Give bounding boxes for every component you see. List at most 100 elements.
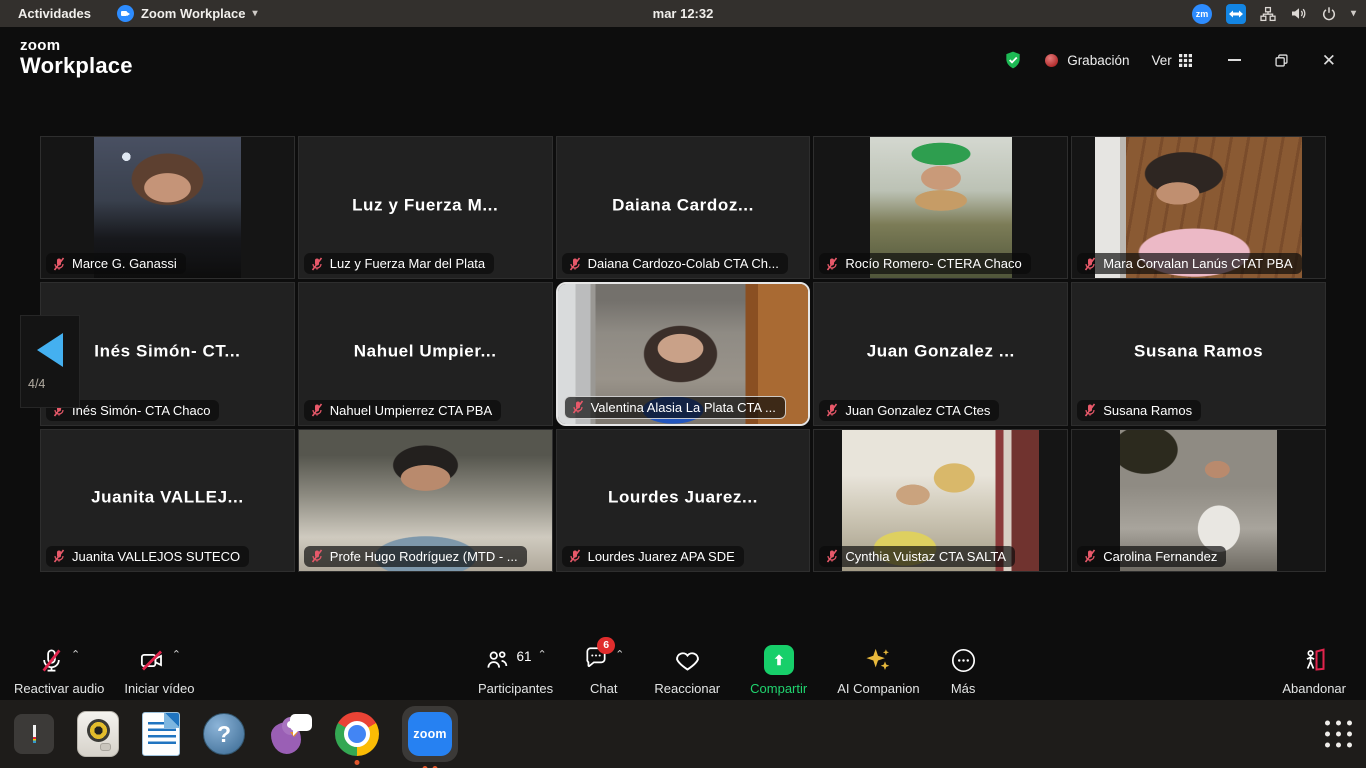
participant-name-pill: Valentina Alasia La Plata CTA ... [564, 396, 786, 419]
chevron-down-icon[interactable]: ▾ [1351, 8, 1356, 19]
participant-name: Susana Ramos [1103, 403, 1192, 418]
participant-tile[interactable]: Lourdes Juarez... Lourdes Juarez APA SDE [556, 429, 811, 572]
participant-name-pill: Rocío Romero- CTERA Chaco [819, 253, 1030, 274]
participant-display-name: Juan Gonzalez ... [814, 342, 1067, 362]
participant-name-pill: Juan Gonzalez CTA Ctes [819, 400, 999, 421]
teamviewer-tray-icon[interactable] [1226, 4, 1246, 24]
chat-button[interactable]: 6 ⌃ Chat [583, 642, 624, 696]
start-video-label: Iniciar vídeo [124, 681, 194, 696]
zoom-workplace-logo: zoom Workplace [20, 38, 133, 77]
pidgin-dock-icon[interactable] [268, 712, 312, 756]
system-top-bar: Actividades Zoom Workplace ▾ mar 12:32 z… [0, 0, 1366, 27]
participant-name: Valentina Alasia La Plata CTA ... [591, 400, 776, 415]
page-indicator: 4/4 [21, 377, 45, 391]
participant-display-name: Daiana Cardoz... [557, 195, 810, 215]
participant-name: Nahuel Umpierrez CTA PBA [330, 403, 492, 418]
participant-display-name: Juanita VALLEJ... [41, 488, 294, 508]
participant-tile[interactable]: Marce G. Ganassi [40, 136, 295, 279]
participant-tile[interactable]: Daiana Cardoz... Daiana Cardozo-Colab CT… [556, 136, 811, 279]
participant-tile[interactable]: Juanita VALLEJ... Juanita VALLEJOS SUTEC… [40, 429, 295, 572]
participant-tile[interactable]: Rocío Romero- CTERA Chaco [813, 136, 1068, 279]
view-button[interactable]: Ver [1151, 53, 1191, 68]
participant-name-pill: Profe Hugo Rodríguez (MTD - ... [304, 546, 527, 567]
mic-muted-icon [568, 549, 582, 563]
participant-name-pill: Marce G. Ganassi [46, 253, 186, 274]
restore-button[interactable] [1275, 54, 1288, 67]
close-button[interactable]: ✕ [1322, 52, 1336, 69]
participant-name: Inés Simón- CTA Chaco [72, 403, 210, 418]
pigeon-icon [268, 712, 312, 756]
record-dot-icon [1045, 54, 1058, 67]
participant-tile[interactable]: Luz y Fuerza M... Luz y Fuerza Mar del P… [298, 136, 553, 279]
react-label: Reaccionar [654, 681, 720, 696]
unmute-audio-label: Reactivar audio [14, 681, 104, 696]
heart-icon [674, 647, 701, 674]
recording-indicator[interactable]: Grabación [1045, 53, 1129, 68]
chevron-up-icon[interactable]: ⌃ [537, 648, 546, 661]
mic-muted-icon [1083, 403, 1097, 417]
chevron-up-icon[interactable]: ⌃ [71, 648, 80, 661]
help-dock-icon[interactable]: ? [203, 713, 245, 755]
start-video-button[interactable]: ⌃ Iniciar vídeo [124, 642, 194, 696]
participant-name: Luz y Fuerza Mar del Plata [330, 256, 485, 271]
volume-icon[interactable] [1290, 6, 1307, 21]
previous-page-button[interactable]: 4/4 [20, 315, 80, 408]
participant-name-pill: Lourdes Juarez APA SDE [562, 546, 744, 567]
mic-muted-icon [38, 647, 65, 674]
dock: ? zoom [0, 700, 1366, 768]
participants-button[interactable]: 61 ⌃ Participantes [478, 642, 553, 696]
writer-dock-icon[interactable] [142, 712, 180, 756]
zoom-tray-icon[interactable]: zm [1192, 4, 1212, 24]
minimize-button[interactable] [1228, 59, 1241, 61]
mic-muted-icon [52, 549, 66, 563]
participant-name: Carolina Fernandez [1103, 549, 1217, 564]
chrome-dock-icon[interactable] [335, 712, 379, 756]
audio-app-dock-icon[interactable] [77, 711, 119, 757]
show-applications-button[interactable] [1325, 721, 1352, 748]
participant-tile[interactable]: Nahuel Umpier... Nahuel Umpierrez CTA PB… [298, 282, 553, 425]
security-shield-icon[interactable] [1003, 49, 1023, 71]
participant-name: Profe Hugo Rodríguez (MTD - ... [330, 549, 518, 564]
app-menu[interactable]: Zoom Workplace ▾ [117, 5, 258, 22]
participant-name: Juan Gonzalez CTA Ctes [845, 403, 990, 418]
more-button[interactable]: Más [950, 642, 977, 696]
clock[interactable]: mar 12:32 [653, 6, 714, 21]
mic-muted-icon [310, 549, 324, 563]
chevron-up-icon[interactable]: ⌃ [172, 648, 181, 661]
participant-name: Marce G. Ganassi [72, 256, 177, 271]
share-icon [764, 645, 794, 675]
leave-label: Abandonar [1282, 681, 1346, 696]
mic-muted-icon [568, 257, 582, 271]
participant-tile[interactable]: Juan Gonzalez ... Juan Gonzalez CTA Ctes [813, 282, 1068, 425]
participant-tile[interactable]: Cynthia Vuistaz CTA SALTA [813, 429, 1068, 572]
mic-muted-icon [1083, 257, 1097, 271]
participant-tile-active-speaker[interactable]: Valentina Alasia La Plata CTA ... [556, 282, 811, 425]
text-editor-dock-icon[interactable] [14, 714, 54, 754]
leave-meeting-button[interactable]: Abandonar [1282, 642, 1346, 696]
zoom-icon: zoom [408, 712, 452, 756]
react-button[interactable]: Reaccionar [654, 642, 720, 696]
chevron-up-icon[interactable]: ⌃ [615, 648, 624, 661]
chrome-icon [335, 712, 379, 756]
network-icon[interactable] [1260, 6, 1276, 22]
share-screen-button[interactable]: Compartir [750, 642, 807, 696]
zoom-dock-icon[interactable]: zoom [402, 706, 458, 762]
participant-tile[interactable]: Susana Ramos Susana Ramos [1071, 282, 1326, 425]
participant-display-name: Lourdes Juarez... [557, 488, 810, 508]
ai-companion-button[interactable]: AI Companion [837, 642, 919, 696]
participant-display-name: Nahuel Umpier... [299, 342, 552, 362]
active-app-highlight: zoom [402, 706, 458, 762]
power-icon[interactable] [1321, 6, 1337, 22]
document-icon [142, 712, 180, 756]
desktop: Actividades Zoom Workplace ▾ mar 12:32 z… [0, 0, 1366, 768]
participant-tile[interactable]: Profe Hugo Rodríguez (MTD - ... [298, 429, 553, 572]
participant-tile[interactable]: Carolina Fernandez [1071, 429, 1326, 572]
activities-button[interactable]: Actividades [12, 6, 97, 21]
speaker-icon [77, 711, 119, 757]
participant-display-name: Luz y Fuerza M... [299, 195, 552, 215]
unmute-audio-button[interactable]: ⌃ Reactivar audio [14, 642, 104, 696]
participant-tile[interactable]: Mara Corvalan Lanús CTAT PBA [1071, 136, 1326, 279]
app-menu-label: Zoom Workplace [141, 6, 246, 21]
more-ellipsis-icon [950, 647, 977, 674]
logo-line2: Workplace [20, 54, 133, 77]
